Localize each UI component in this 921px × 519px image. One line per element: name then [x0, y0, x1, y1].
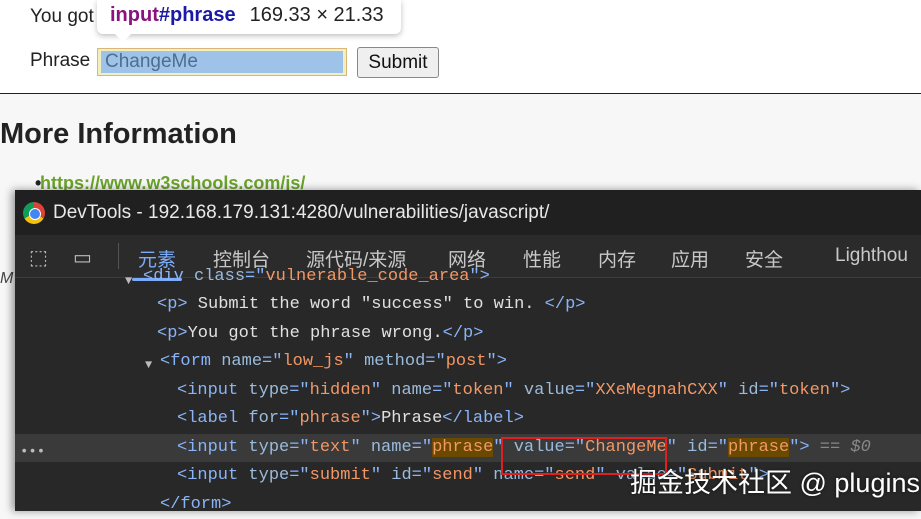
code-token: Phrase: [381, 409, 443, 428]
code-token: name: [391, 381, 433, 400]
phrase-input[interactable]: ChangeMe: [97, 48, 347, 76]
code-token: <label: [177, 409, 249, 428]
submit-button[interactable]: Submit: [357, 47, 439, 78]
code-token: =": [574, 381, 596, 400]
code-token: ": [343, 352, 365, 371]
code-token: id: [738, 381, 759, 400]
code-token: =": [411, 438, 433, 457]
code-token: type: [248, 438, 290, 457]
side-text: M: [0, 270, 14, 287]
collapse-triangle-icon[interactable]: ▼: [125, 274, 132, 288]
code-token: =": [289, 381, 310, 400]
code-token: ": [503, 381, 524, 400]
code-token: type: [248, 466, 290, 485]
code-token: name: [370, 438, 412, 457]
code-token: </form>: [160, 495, 232, 514]
code-token: XXeMegnahCXX: [595, 381, 718, 400]
code-token: </p>: [544, 295, 586, 314]
dom-node-line[interactable]: <p> Submit the word "success" to win. </…: [15, 291, 921, 319]
code-token: ">: [486, 352, 507, 371]
code-token: =": [707, 438, 728, 457]
code-token: phrase: [727, 438, 790, 457]
code-token: ": [717, 381, 739, 400]
code-token: ": [666, 438, 688, 457]
code-token: ": [370, 466, 392, 485]
code-token: <input: [177, 381, 249, 400]
dom-node-line[interactable]: <div class="vulnerable_code_area">: [15, 263, 921, 291]
code-token: id: [391, 466, 412, 485]
code-token: ": [350, 438, 371, 457]
code-token: <p>: [157, 324, 188, 343]
code-token: You got the phrase wrong.: [187, 324, 443, 343]
code-token: </label>: [442, 409, 524, 428]
code-token: <p>: [157, 295, 188, 314]
code-token: method: [364, 352, 426, 371]
tooltip-dims: 169.33 × 21.33: [249, 4, 384, 26]
code-token: <div: [143, 267, 195, 286]
code-token: vulnerable_code_area: [265, 267, 470, 286]
code-token: =": [758, 381, 779, 400]
watermark: 掘金技术社区 @ plugins: [630, 468, 920, 498]
code-token: =": [289, 438, 310, 457]
code-token: Submit the word "success" to win.: [187, 295, 545, 314]
code-token: name: [221, 352, 263, 371]
collapse-triangle-icon[interactable]: ▼: [145, 358, 152, 372]
code-token: hidden: [309, 381, 371, 400]
tooltip-id: #phrase: [158, 4, 236, 26]
tooltip-tag: input: [110, 4, 159, 26]
code-token: post: [445, 352, 487, 371]
code-token: <input: [177, 438, 249, 457]
code-token: =": [289, 466, 310, 485]
phrase-label: Phrase: [30, 50, 91, 71]
devtools-title: DevTools - 192.168.179.131:4280/vulnerab…: [53, 202, 550, 223]
code-token: token: [452, 381, 504, 400]
devtools-titlebar: DevTools - 192.168.179.131:4280/vulnerab…: [15, 190, 921, 235]
code-token: type: [248, 381, 290, 400]
code-token: =": [279, 409, 300, 428]
code-token: submit: [309, 466, 371, 485]
code-token: for: [248, 409, 280, 428]
code-token: value: [523, 381, 575, 400]
code-token: send: [432, 466, 473, 485]
code-token: phrase: [299, 409, 361, 428]
code-token: =": [425, 352, 446, 371]
code-token: ": [370, 381, 392, 400]
code-token: <input: [177, 466, 249, 485]
dom-node-line[interactable]: <p>You got the phrase wrong.</p>: [15, 320, 921, 348]
code-token: class: [194, 267, 246, 286]
code-token: </p>: [442, 324, 484, 343]
code-token: =": [245, 267, 266, 286]
chrome-icon: [23, 202, 45, 224]
code-token: =": [432, 381, 453, 400]
code-token: ">: [360, 409, 382, 428]
code-token: =": [411, 466, 433, 485]
dom-node-line[interactable]: <input type="hidden" name="token" value=…: [15, 377, 921, 405]
code-token: text: [309, 438, 351, 457]
dom-node-line[interactable]: <label for="phrase">Phrase</label>: [15, 405, 921, 433]
selected-dom-node[interactable]: <input type="text" name="phrase" value="…: [15, 434, 921, 462]
inspect-tooltip: input#phrase 169.33 × 21.33: [97, 0, 401, 42]
code-token: low_js: [282, 352, 344, 371]
code-token: == $0: [809, 438, 871, 457]
page-top: You got Phrase ChangeMe Submit input#phr…: [0, 0, 921, 94]
code-token: phrase: [432, 438, 494, 457]
code-token: ">: [469, 267, 490, 286]
code-token: token: [778, 381, 830, 400]
code-token: ">: [829, 381, 851, 400]
code-token: ">: [789, 438, 810, 457]
phrase-input-value: ChangeMe: [101, 51, 343, 73]
more-info-heading: More Information: [0, 118, 237, 150]
code-token: =": [262, 352, 283, 371]
code-token: <form: [160, 352, 222, 371]
more-dots-icon[interactable]: •••: [20, 444, 45, 460]
code-token: ": [472, 466, 494, 485]
code-token: id: [687, 438, 708, 457]
result-text: You got: [30, 6, 94, 27]
